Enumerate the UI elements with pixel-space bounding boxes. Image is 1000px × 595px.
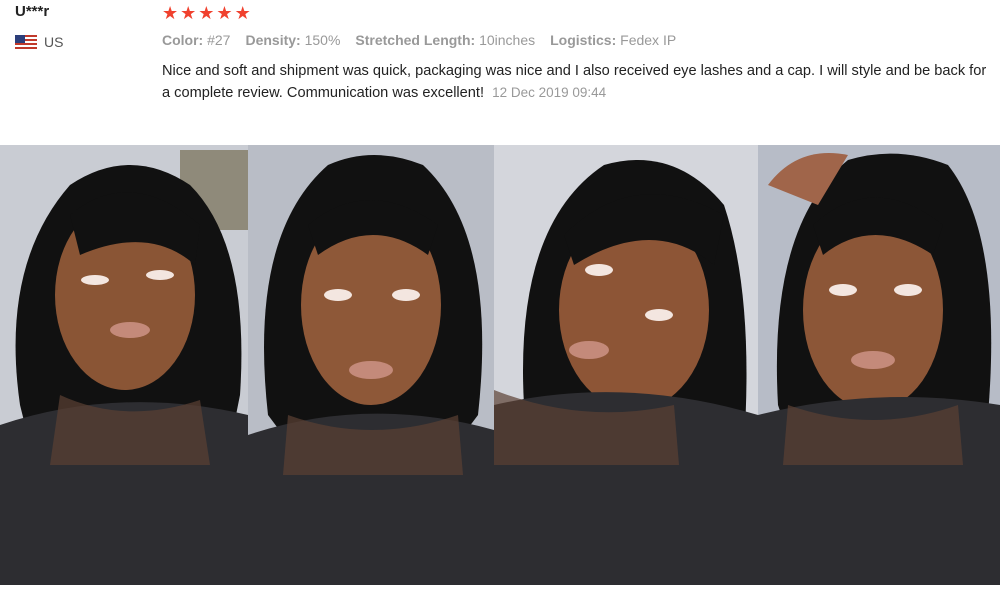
- photo-icon: [248, 145, 494, 585]
- review-item: U***r US ★ ★ ★ ★ ★ Color: #27 Density: 1…: [0, 0, 1000, 140]
- star-rating: ★ ★ ★ ★ ★: [162, 3, 251, 23]
- photo-icon: [494, 145, 758, 585]
- star-icon: ★: [234, 3, 251, 23]
- review-comment: Nice and soft and shipment was quick, pa…: [162, 60, 992, 104]
- attribute-length: Stretched Length: 10inches: [355, 32, 536, 48]
- country-code: US: [44, 34, 64, 50]
- star-icon: ★: [216, 3, 233, 23]
- photo-icon: [758, 145, 1000, 585]
- photo-icon: [0, 145, 248, 585]
- attribute-color: Color: #27: [162, 32, 231, 48]
- star-icon: ★: [162, 3, 179, 23]
- review-photo-1[interactable]: [0, 145, 248, 585]
- star-icon: ★: [180, 3, 197, 23]
- reviewer-name: U***r: [15, 3, 50, 20]
- star-icon: ★: [198, 3, 215, 23]
- product-attributes: Color: #27 Density: 150% Stretched Lengt…: [162, 32, 676, 48]
- review-photos: [0, 145, 1000, 585]
- review-photo-2[interactable]: [248, 145, 494, 585]
- review-date: 12 Dec 2019 09:44: [492, 85, 607, 100]
- us-flag-icon: [15, 35, 37, 49]
- review-photo-4[interactable]: [758, 145, 1000, 585]
- review-photo-3[interactable]: [494, 145, 758, 585]
- reviewer-country: US: [15, 34, 63, 50]
- attribute-density: Density: 150%: [245, 32, 341, 48]
- attribute-logistics: Logistics: Fedex IP: [550, 32, 677, 48]
